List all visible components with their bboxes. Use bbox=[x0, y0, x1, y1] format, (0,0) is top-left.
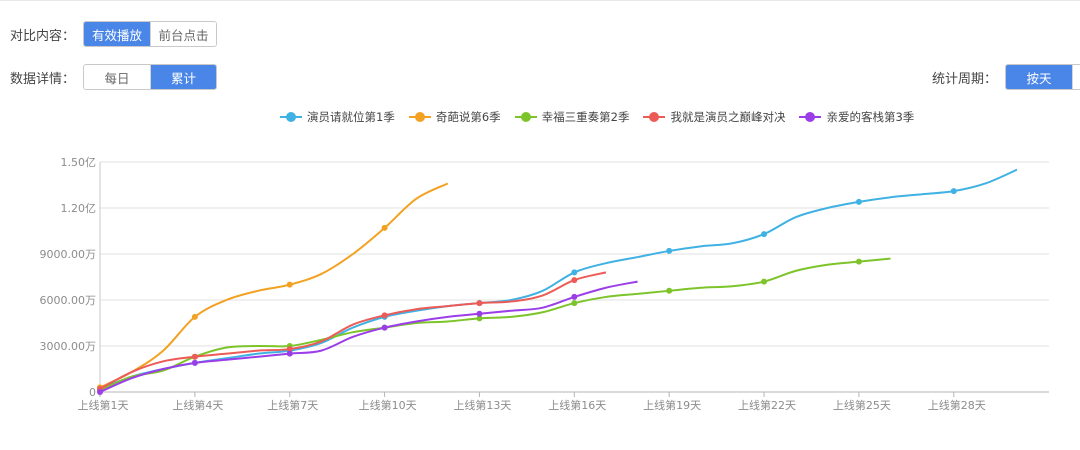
series-point-5 bbox=[97, 389, 103, 395]
series-point-4 bbox=[381, 312, 388, 319]
series-point-2 bbox=[381, 224, 388, 231]
series-line-4 bbox=[99, 271, 607, 390]
x-tick-label: 上线第28天 bbox=[928, 398, 986, 412]
series-line-2 bbox=[99, 182, 449, 389]
y-tick-label: 1.20亿 bbox=[61, 202, 97, 215]
series-point-2 bbox=[191, 313, 198, 320]
series-point-1 bbox=[761, 231, 768, 238]
x-tick-label: 上线第16天 bbox=[548, 398, 606, 412]
series-point-3 bbox=[666, 287, 673, 294]
series-point-5 bbox=[571, 293, 578, 300]
series-point-5 bbox=[286, 350, 293, 357]
y-tick-label: 0 bbox=[89, 386, 96, 399]
series-point-1 bbox=[571, 269, 578, 276]
y-tick-label: 1.50亿 bbox=[61, 156, 97, 169]
series-point-1 bbox=[855, 198, 862, 205]
series-point-1 bbox=[950, 188, 957, 195]
series-point-4 bbox=[476, 300, 483, 307]
x-tick-label: 上线第13天 bbox=[453, 398, 511, 412]
x-tick-label: 上线第25天 bbox=[833, 398, 891, 412]
series-point-4 bbox=[571, 277, 578, 284]
x-tick-label: 上线第1天 bbox=[78, 398, 129, 412]
x-tick-label: 上线第7天 bbox=[267, 398, 318, 412]
x-tick-label: 上线第22天 bbox=[738, 398, 796, 412]
x-tick-label: 上线第4天 bbox=[172, 398, 223, 412]
series-point-4 bbox=[191, 353, 198, 360]
line-chart: 0 3000.00万 6000.00万 9000.00万 1.20亿 1.50亿上线第1天… bbox=[40, 156, 1049, 412]
x-tick-label: 上线第10天 bbox=[359, 398, 417, 412]
y-tick-label: 3000.00万 bbox=[40, 340, 97, 353]
series-point-1 bbox=[666, 247, 673, 254]
x-tick-label: 上线第19天 bbox=[643, 398, 701, 412]
series-point-3 bbox=[571, 300, 578, 307]
y-tick-label: 9000.00万 bbox=[40, 248, 97, 261]
series-point-2 bbox=[286, 281, 293, 288]
series-point-5 bbox=[191, 359, 198, 366]
series-point-5 bbox=[381, 324, 388, 331]
series-line-3 bbox=[99, 257, 891, 392]
series-point-3 bbox=[855, 258, 862, 265]
series-line-5 bbox=[99, 280, 638, 393]
series-line-1 bbox=[99, 168, 1018, 390]
y-tick-label: 6000.00万 bbox=[40, 294, 97, 307]
series-point-5 bbox=[476, 310, 483, 317]
series-point-3 bbox=[761, 278, 768, 285]
